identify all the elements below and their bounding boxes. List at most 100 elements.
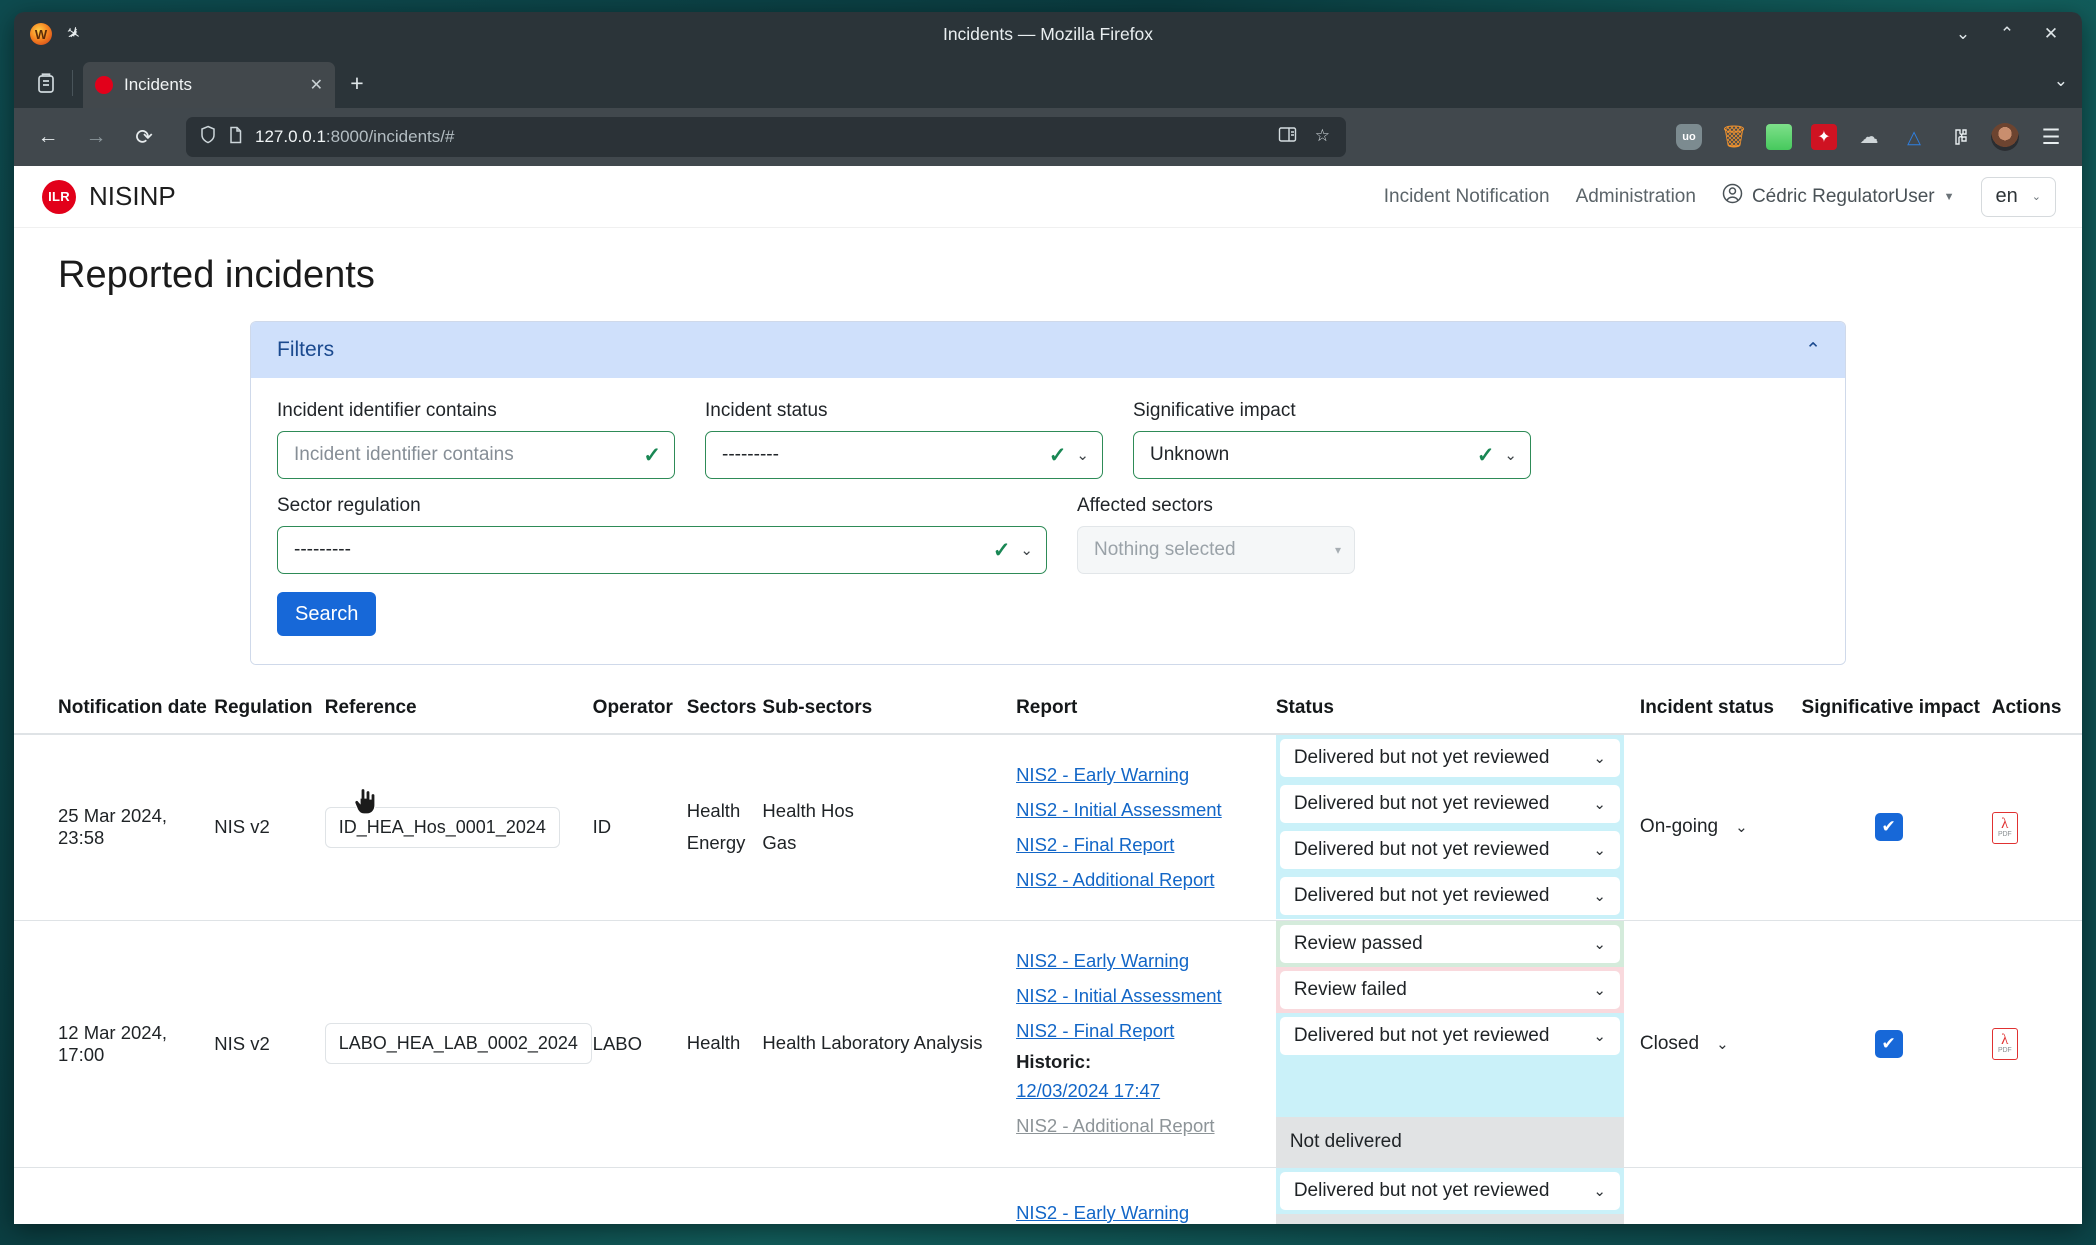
reference-badge[interactable]: LABO_HEA_LAB_0002_2024 — [325, 1023, 592, 1064]
report-status-select[interactable]: Delivered but not yet reviewed⌄ — [1280, 831, 1620, 869]
report-link[interactable]: NIS2 - Additional Report — [1016, 869, 1260, 891]
significative-impact-checkbox[interactable]: ✔ — [1875, 813, 1903, 841]
pdf-icon[interactable]: λPDF — [1992, 812, 2018, 844]
sector-regulation-select[interactable]: --------- ✓ ⌄ — [277, 526, 1047, 574]
chevron-up-icon[interactable]: ⌃ — [1805, 339, 1821, 362]
red-wand-extension-icon[interactable]: ✦ — [1811, 124, 1837, 150]
sub-sector-item: Health Laboratory Analysis — [762, 1031, 1000, 1055]
cell-significative-impact — [1794, 1167, 1984, 1224]
incident-status-select[interactable]: --------- ✓ ⌄ — [705, 431, 1103, 479]
nav-administration[interactable]: Administration — [1576, 186, 1696, 208]
chevron-down-icon: ⌄ — [1504, 446, 1517, 464]
report-link[interactable]: NIS2 - Early Warning — [1016, 1202, 1260, 1224]
report-link[interactable]: NIS2 - Initial Assessment — [1016, 985, 1260, 1007]
search-button[interactable]: Search — [277, 592, 376, 636]
incidents-table-wrapper: Notification date Regulation Reference O… — [14, 687, 2082, 1224]
url-path: :8000/incidents/# — [326, 127, 455, 146]
chevron-down-icon: ⌄ — [1076, 446, 1089, 464]
report-link[interactable]: NIS2 - Final Report — [1016, 1020, 1260, 1042]
cell-status: Delivered but not yet reviewed⌄ Delivered… — [1268, 734, 1632, 920]
cell-notification-date: 25 Mar 2024, 23:58 — [14, 734, 206, 920]
report-status-select[interactable]: Delivered but not yet reviewed⌄ — [1280, 1172, 1620, 1210]
trash-extension-icon[interactable]: 🗑 — [1721, 124, 1747, 150]
nav-incident-notification[interactable]: Incident Notification — [1384, 186, 1550, 208]
filters-panel: Filters ⌃ Incident identifier contains I… — [250, 321, 1846, 665]
valid-check-icon: ✓ — [993, 538, 1011, 563]
reader-mode-icon[interactable] — [1278, 126, 1297, 148]
close-tab-icon[interactable]: ✕ — [310, 75, 323, 95]
page-info-icon — [228, 126, 243, 149]
report-link[interactable]: NIS2 - Early Warning — [1016, 950, 1260, 972]
bookmark-star-icon[interactable]: ☆ — [1315, 126, 1330, 148]
language-select[interactable]: en ⌄ — [1981, 177, 2056, 217]
sub-sectors-list: Health Laboratory Analysis — [762, 1031, 1000, 1055]
report-link[interactable]: NIS2 - Final Report — [1016, 834, 1260, 856]
url-host: 127.0.0.1 — [255, 127, 326, 146]
cell-actions: λPDF — [1984, 1167, 2082, 1224]
sectors-list: HealthEnergy — [687, 799, 747, 855]
cell-actions: λPDF — [1984, 920, 2082, 1167]
cell-significative-impact: ✔ — [1794, 920, 1984, 1167]
page-title: Reported incidents — [14, 228, 2082, 311]
status-cell: Delivered but not yet reviewed⌄ — [1276, 735, 1624, 781]
ublock-origin-icon[interactable]: uo — [1676, 124, 1702, 150]
user-menu[interactable]: Cédric RegulatorUser ▼ — [1722, 183, 1955, 210]
new-tab-button[interactable]: + — [337, 61, 377, 105]
blue-triangle-extension-icon[interactable]: △ — [1901, 124, 1927, 150]
affected-sectors-multiselect[interactable]: Nothing selected ▾ — [1077, 526, 1355, 574]
brand[interactable]: ILR NISINP — [42, 180, 176, 214]
select-value: Nothing selected — [1094, 539, 1325, 561]
window-titlebar: W ✈ Incidents — Mozilla Firefox ⌄ ⌃ ✕ — [14, 12, 2082, 56]
incident-status-select[interactable]: On-going⌄ — [1640, 816, 1786, 838]
minimize-button[interactable]: ⌄ — [1954, 24, 1972, 44]
tab-title: Incidents — [124, 75, 299, 95]
back-button[interactable]: ← — [28, 117, 68, 157]
list-all-tabs-icon[interactable] — [24, 61, 68, 105]
cell-notification-date: 12 Mar 2024, 17:00 — [14, 920, 206, 1167]
puzzle-extensions-icon[interactable] — [1946, 124, 1972, 150]
gray-cloud-extension-icon[interactable]: ☁ — [1856, 124, 1882, 150]
historic-date-link[interactable]: 12/03/2024 17:47 — [1016, 1080, 1260, 1102]
filters-header[interactable]: Filters ⌃ — [251, 322, 1845, 378]
report-status-select[interactable]: Review passed⌄ — [1280, 925, 1620, 963]
cell-operator: ID — [585, 734, 679, 920]
pin-icon[interactable]: ✈ — [62, 22, 85, 47]
window-title: Incidents — Mozilla Firefox — [14, 24, 2082, 45]
close-window-button[interactable]: ✕ — [2042, 24, 2060, 44]
filter-incident-identifier: Incident identifier contains Incident id… — [277, 400, 675, 479]
tab-overflow-chevron-icon[interactable]: ⌄ — [2054, 71, 2068, 91]
forward-button[interactable]: → — [76, 117, 116, 157]
sub-sectors-list: Health HosGas — [762, 799, 1000, 855]
report-status-select[interactable]: Delivered but not yet reviewed⌄ — [1280, 739, 1620, 777]
cell-reference: LABO_HEA_LAB_0001_2024 — [317, 1167, 585, 1224]
pdf-icon[interactable]: λPDF — [1992, 1028, 2018, 1060]
incident-status-select[interactable]: Closed⌄ — [1640, 1033, 1786, 1055]
maximize-button[interactable]: ⌃ — [1998, 24, 2016, 44]
account-avatar[interactable] — [1991, 123, 2019, 151]
reference-badge[interactable]: ID_HEA_Hos_0001_2024 — [325, 807, 560, 848]
report-status-select[interactable]: Delivered but not yet reviewed⌄ — [1280, 785, 1620, 823]
significative-impact-select[interactable]: Unknown ✓ ⌄ — [1133, 431, 1531, 479]
report-status-select[interactable]: Delivered but not yet reviewed⌄ — [1280, 1017, 1620, 1055]
cell-status: Review passed⌄ Review failed⌄ Delivered bu… — [1268, 920, 1632, 1167]
report-links: NIS2 - Early Warning NIS2 - Initial Asses… — [1016, 942, 1260, 1145]
reload-button[interactable]: ⟳ — [124, 117, 164, 157]
report-link[interactable]: NIS2 - Early Warning — [1016, 764, 1260, 786]
select-value: On-going — [1640, 816, 1718, 838]
cell-sectors: Health — [679, 1167, 755, 1224]
cell-sub-sectors: Health HosGas — [754, 734, 1008, 920]
report-status-select[interactable]: Review failed⌄ — [1280, 971, 1620, 1009]
col-report: Report — [1008, 687, 1268, 734]
address-bar[interactable]: 127.0.0.1:8000/incidents/# ☆ — [186, 117, 1346, 157]
filters-body: Incident identifier contains Incident id… — [251, 378, 1845, 664]
report-status-select[interactable]: Delivered but not yet reviewed⌄ — [1280, 877, 1620, 915]
report-link[interactable]: NIS2 - Initial Assessment — [1016, 799, 1260, 821]
chevron-down-icon: ⌄ — [2032, 190, 2041, 203]
significative-impact-checkbox[interactable]: ✔ — [1875, 1030, 1903, 1058]
incident-identifier-input[interactable]: Incident identifier contains ✓ — [277, 431, 675, 479]
app-menu-icon[interactable]: ☰ — [2038, 124, 2064, 150]
green-grid-extension-icon[interactable] — [1766, 124, 1792, 150]
tab-incidents[interactable]: Incidents ✕ — [83, 62, 335, 108]
pdf-glyph: λ — [2001, 818, 2008, 832]
select-value: Review failed — [1294, 979, 1407, 1001]
